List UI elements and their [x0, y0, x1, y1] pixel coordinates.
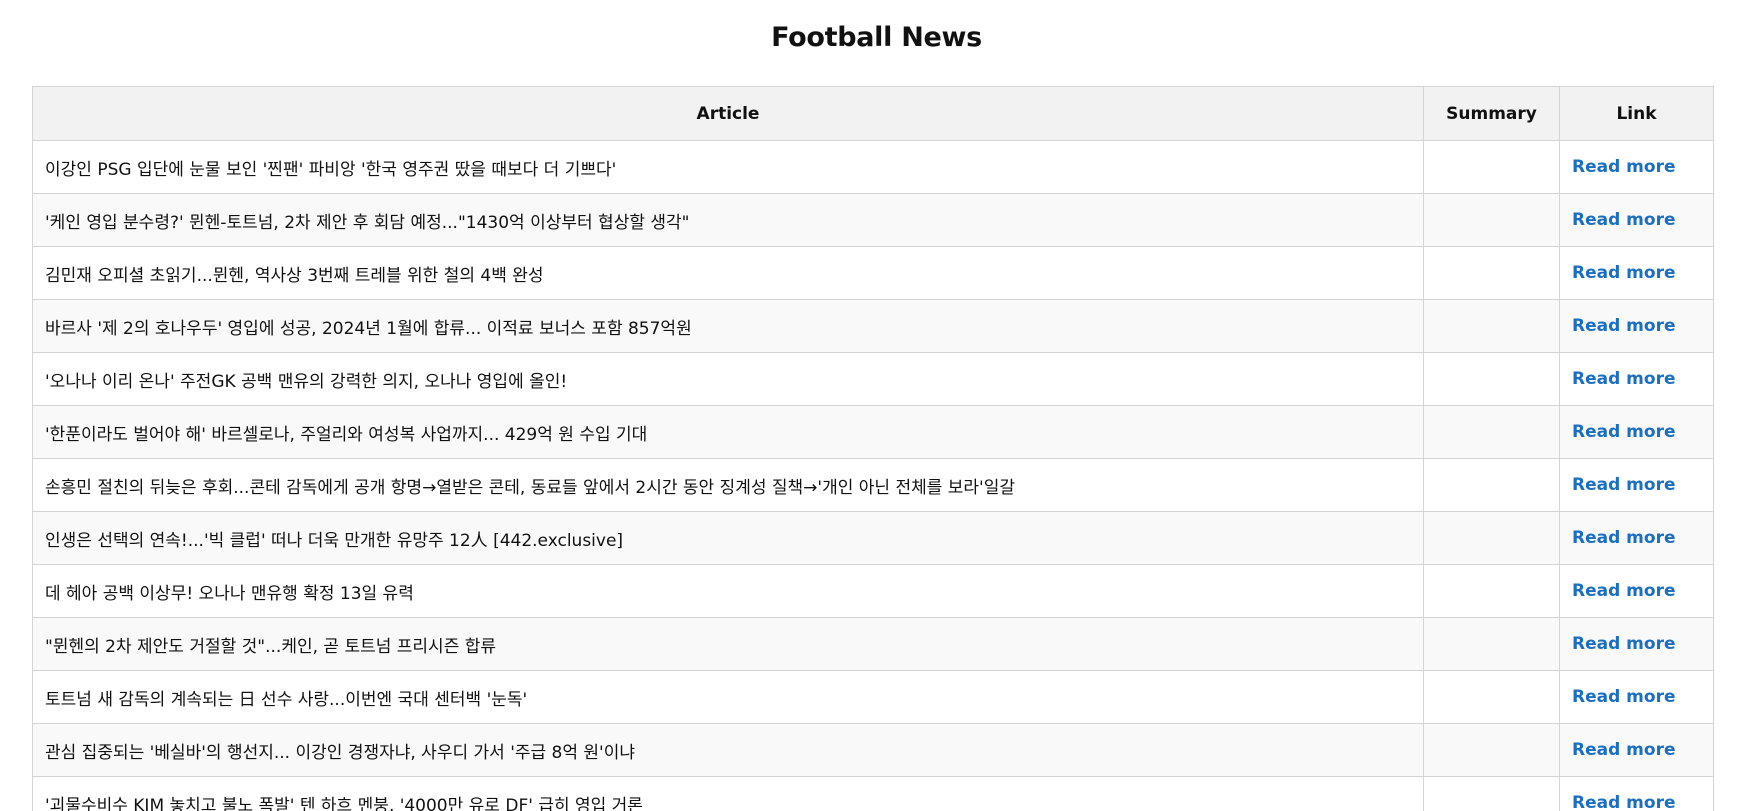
- link-cell: Read more: [1559, 670, 1714, 724]
- read-more-link[interactable]: Read more: [1572, 528, 1676, 548]
- table-row: 인생은 선택의 연속!...'빅 클럽' 떠나 더욱 만개한 유망주 12人 […: [32, 511, 1714, 565]
- link-cell: Read more: [1559, 458, 1714, 512]
- article-title: '한푼이라도 벌어야 해' 바르셀로나, 주얼리와 여성복 사업까지... 42…: [32, 405, 1424, 459]
- read-more-link[interactable]: Read more: [1572, 634, 1676, 654]
- read-more-link[interactable]: Read more: [1572, 422, 1676, 442]
- page: Football News Article Summary Link 이강인 P…: [0, 0, 1753, 811]
- article-title: 김민재 오피셜 초읽기...뮌헨, 역사상 3번째 트레블 위한 철의 4백 완…: [32, 246, 1424, 300]
- article-title: 인생은 선택의 연속!...'빅 클럽' 떠나 더욱 만개한 유망주 12人 […: [32, 511, 1424, 565]
- read-more-link[interactable]: Read more: [1572, 369, 1676, 389]
- table-row: 손흥민 절친의 뒤늦은 후회...콘테 감독에게 공개 항명→열받은 콘테, 동…: [32, 458, 1714, 512]
- news-table: Article Summary Link 이강인 PSG 입단에 눈물 보인 '…: [32, 86, 1714, 811]
- table-row: 데 헤아 공백 이상무! 오나나 맨유행 확정 13일 유력 Read more: [32, 564, 1714, 618]
- link-cell: Read more: [1559, 352, 1714, 406]
- link-cell: Read more: [1559, 246, 1714, 300]
- link-cell: Read more: [1559, 299, 1714, 353]
- table-row: '괴물수비수 KIM 놓치고 불노 폭발' 텐 하흐 멘붕, '4000만 유로…: [32, 776, 1714, 811]
- read-more-link[interactable]: Read more: [1572, 581, 1676, 601]
- link-cell: Read more: [1559, 511, 1714, 565]
- table-row: '케인 영입 분수령?' 뮌헨-토트넘, 2차 제안 후 회담 예정..."14…: [32, 193, 1714, 247]
- article-summary: [1423, 511, 1560, 565]
- table-body: 이강인 PSG 입단에 눈물 보인 '찐팬' 파비앙 '한국 영주권 땄을 때보…: [32, 140, 1714, 811]
- article-title: '오나나 이리 온나' 주전GK 공백 맨유의 강력한 의지, 오나나 영입에 …: [32, 352, 1424, 406]
- article-title: 바르사 '제 2의 호나우두' 영입에 성공, 2024년 1월에 합류... …: [32, 299, 1424, 353]
- link-cell: Read more: [1559, 776, 1714, 811]
- article-title: 이강인 PSG 입단에 눈물 보인 '찐팬' 파비앙 '한국 영주권 땄을 때보…: [32, 140, 1424, 194]
- table-row: '오나나 이리 온나' 주전GK 공백 맨유의 강력한 의지, 오나나 영입에 …: [32, 352, 1714, 406]
- read-more-link[interactable]: Read more: [1572, 210, 1676, 230]
- read-more-link[interactable]: Read more: [1572, 687, 1676, 707]
- article-summary: [1423, 352, 1560, 406]
- article-summary: [1423, 776, 1560, 811]
- link-cell: Read more: [1559, 723, 1714, 777]
- article-title: 데 헤아 공백 이상무! 오나나 맨유행 확정 13일 유력: [32, 564, 1424, 618]
- article-title: "뮌헨의 2차 제안도 거절할 것"...케인, 곧 토트넘 프리시즌 합류: [32, 617, 1424, 671]
- article-summary: [1423, 299, 1560, 353]
- read-more-link[interactable]: Read more: [1572, 157, 1676, 177]
- article-summary: [1423, 140, 1560, 194]
- read-more-link[interactable]: Read more: [1572, 263, 1676, 283]
- table-row: 김민재 오피셜 초읽기...뮌헨, 역사상 3번째 트레블 위한 철의 4백 완…: [32, 246, 1714, 300]
- article-summary: [1423, 564, 1560, 618]
- table-row: 토트넘 새 감독의 계속되는 日 선수 사랑...이번엔 국대 센터백 '눈독'…: [32, 670, 1714, 724]
- column-header-article: Article: [32, 86, 1424, 141]
- link-cell: Read more: [1559, 193, 1714, 247]
- article-title: 관심 집중되는 '베실바'의 행선지... 이강인 경쟁자냐, 사우디 가서 '…: [32, 723, 1424, 777]
- article-title: '괴물수비수 KIM 놓치고 불노 폭발' 텐 하흐 멘붕, '4000만 유로…: [32, 776, 1424, 811]
- table-row: '한푼이라도 벌어야 해' 바르셀로나, 주얼리와 여성복 사업까지... 42…: [32, 405, 1714, 459]
- article-title: '케인 영입 분수령?' 뮌헨-토트넘, 2차 제안 후 회담 예정..."14…: [32, 193, 1424, 247]
- table-row: 이강인 PSG 입단에 눈물 보인 '찐팬' 파비앙 '한국 영주권 땄을 때보…: [32, 140, 1714, 194]
- table-row: 관심 집중되는 '베실바'의 행선지... 이강인 경쟁자냐, 사우디 가서 '…: [32, 723, 1714, 777]
- column-header-link: Link: [1559, 86, 1714, 141]
- header-row: Article Summary Link: [32, 86, 1714, 141]
- article-title: 토트넘 새 감독의 계속되는 日 선수 사랑...이번엔 국대 센터백 '눈독': [32, 670, 1424, 724]
- column-header-summary: Summary: [1423, 86, 1560, 141]
- read-more-link[interactable]: Read more: [1572, 475, 1676, 495]
- link-cell: Read more: [1559, 405, 1714, 459]
- read-more-link[interactable]: Read more: [1572, 793, 1676, 811]
- link-cell: Read more: [1559, 140, 1714, 194]
- article-summary: [1423, 617, 1560, 671]
- table-row: 바르사 '제 2의 호나우두' 영입에 성공, 2024년 1월에 합류... …: [32, 299, 1714, 353]
- table-header: Article Summary Link: [32, 86, 1714, 141]
- read-more-link[interactable]: Read more: [1572, 740, 1676, 760]
- link-cell: Read more: [1559, 564, 1714, 618]
- article-summary: [1423, 723, 1560, 777]
- page-title: Football News: [771, 22, 982, 53]
- article-summary: [1423, 246, 1560, 300]
- article-summary: [1423, 405, 1560, 459]
- read-more-link[interactable]: Read more: [1572, 316, 1676, 336]
- article-summary: [1423, 193, 1560, 247]
- table-row: "뮌헨의 2차 제안도 거절할 것"...케인, 곧 토트넘 프리시즌 합류 Re…: [32, 617, 1714, 671]
- article-summary: [1423, 670, 1560, 724]
- link-cell: Read more: [1559, 617, 1714, 671]
- article-title: 손흥민 절친의 뒤늦은 후회...콘테 감독에게 공개 항명→열받은 콘테, 동…: [32, 458, 1424, 512]
- article-summary: [1423, 458, 1560, 512]
